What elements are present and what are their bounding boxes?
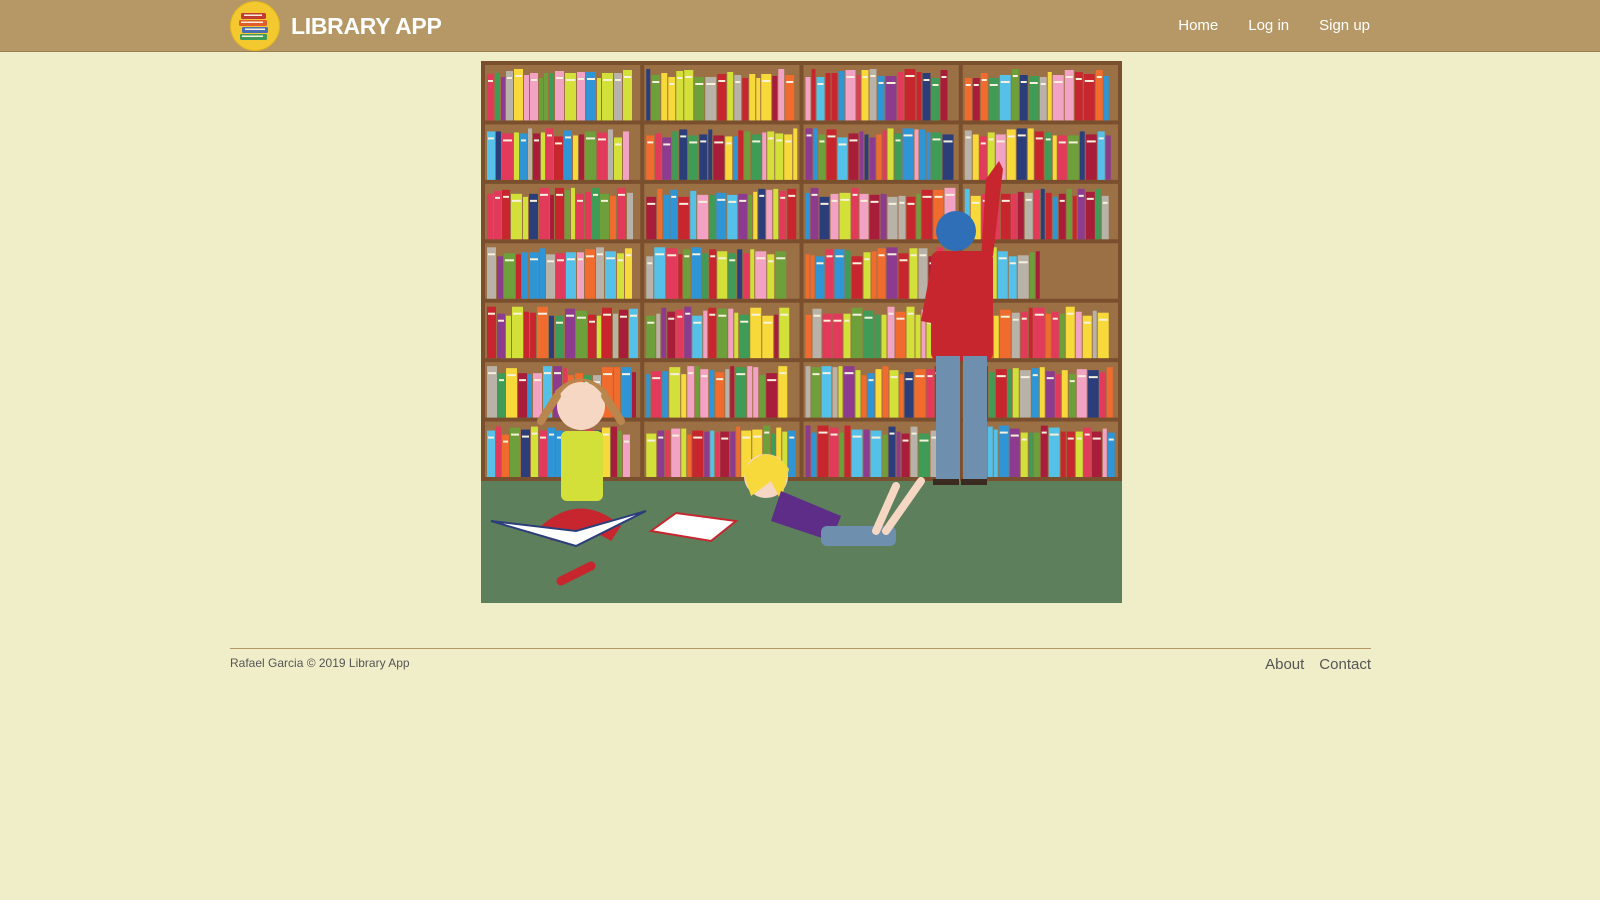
main-nav: Home Log in Sign up	[1148, 0, 1370, 51]
footer-contact-link[interactable]: Contact	[1319, 656, 1371, 673]
library-illustration-image	[481, 61, 1122, 603]
nav-login-link[interactable]: Log in	[1248, 17, 1289, 34]
brand-title: LIBRARY APP	[291, 12, 442, 39]
stacked-books-icon	[230, 1, 280, 51]
brand-link[interactable]: LIBRARY APP	[230, 1, 442, 51]
footer-about-link[interactable]: About	[1265, 656, 1304, 673]
nav-home-link[interactable]: Home	[1178, 17, 1218, 34]
hero-library-illustration	[481, 61, 1122, 603]
footer-nav: About Contact	[1250, 656, 1371, 673]
footer-divider	[230, 648, 1371, 649]
nav-signup-link[interactable]: Sign up	[1319, 17, 1370, 34]
footer-copyright: Rafael Garcia © 2019 Library App	[230, 656, 410, 670]
navbar: LIBRARY APP Home Log in Sign up	[0, 0, 1600, 52]
